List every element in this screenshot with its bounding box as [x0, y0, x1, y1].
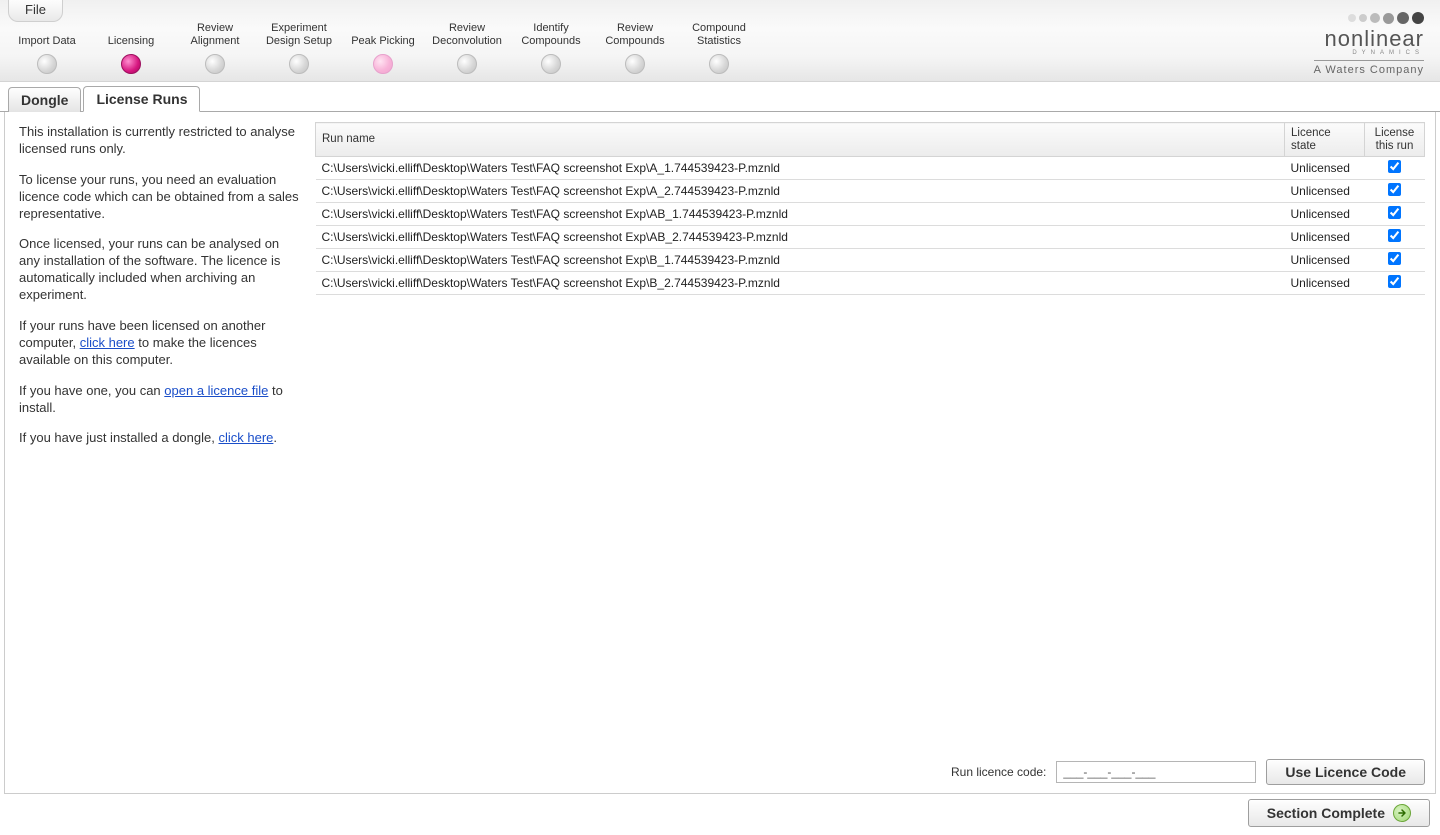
main-area: Run name Licence state License this run …	[309, 112, 1435, 793]
cell-licence-state: Unlicensed	[1285, 203, 1365, 226]
runs-table: Run name Licence state License this run …	[315, 122, 1425, 295]
workflow-step-label: Identify Compounds	[512, 20, 590, 48]
tab-strip: DongleLicense Runs	[0, 84, 1440, 112]
cell-license-this-run	[1365, 157, 1425, 180]
table-row[interactable]: C:\Users\vicki.elliff\Desktop\Waters Tes…	[316, 272, 1425, 295]
workflow-step-peak-picking[interactable]: Peak Picking	[344, 20, 422, 74]
use-licence-code-button[interactable]: Use Licence Code	[1266, 759, 1425, 785]
workflow-step-review-compounds[interactable]: Review Compounds	[596, 20, 674, 74]
section-complete-button[interactable]: Section Complete	[1248, 799, 1430, 827]
table-row[interactable]: C:\Users\vicki.elliff\Desktop\Waters Tes…	[316, 203, 1425, 226]
cell-license-this-run	[1365, 272, 1425, 295]
workflow-step-identify-compounds[interactable]: Identify Compounds	[512, 20, 590, 74]
help-p2: To license your runs, you need an evalua…	[19, 172, 299, 223]
file-menu[interactable]: File	[8, 0, 63, 22]
workflow-step-label: Peak Picking	[351, 20, 415, 48]
cell-license-this-run	[1365, 249, 1425, 272]
cell-run-name: C:\Users\vicki.elliff\Desktop\Waters Tes…	[316, 157, 1285, 180]
help-p6: If you have just installed a dongle, cli…	[19, 430, 299, 447]
cell-license-this-run	[1365, 226, 1425, 249]
workflow-step-label: Import Data	[18, 20, 75, 48]
cell-license-this-run	[1365, 180, 1425, 203]
col-run-name[interactable]: Run name	[316, 123, 1285, 157]
link-open-licence-file[interactable]: open a licence file	[164, 383, 268, 398]
workflow-dot-icon	[709, 54, 729, 74]
workflow-step-label: Review Deconvolution	[428, 20, 506, 48]
top-bar: File Import Data Licensing Review Alignmen…	[0, 0, 1440, 82]
license-run-checkbox[interactable]	[1388, 183, 1401, 196]
link-licensed-elsewhere[interactable]: click here	[80, 335, 135, 350]
license-run-checkbox[interactable]	[1388, 206, 1401, 219]
logo-tagline: A Waters Company	[1314, 64, 1424, 76]
license-run-checkbox[interactable]	[1388, 275, 1401, 288]
licence-code-label: Run licence code:	[951, 765, 1046, 779]
cell-licence-state: Unlicensed	[1285, 272, 1365, 295]
workflow-step-label: Licensing	[108, 20, 154, 48]
license-run-checkbox[interactable]	[1388, 229, 1401, 242]
arrow-right-icon	[1393, 804, 1411, 822]
cell-licence-state: Unlicensed	[1285, 157, 1365, 180]
tab-license-runs[interactable]: License Runs	[83, 86, 200, 112]
workflow-dot-icon	[37, 54, 57, 74]
workflow-dot-icon	[625, 54, 645, 74]
workflow-dot-icon	[457, 54, 477, 74]
col-license-this-run[interactable]: License this run	[1365, 123, 1425, 157]
workflow-step-label: Compound Statistics	[680, 20, 758, 48]
cell-run-name: C:\Users\vicki.elliff\Desktop\Waters Tes…	[316, 226, 1285, 249]
cell-license-this-run	[1365, 203, 1425, 226]
tab-dongle[interactable]: Dongle	[8, 87, 81, 112]
workflow-step-label: Review Alignment	[176, 20, 254, 48]
licence-code-input[interactable]	[1056, 761, 1256, 783]
col-licence-state[interactable]: Licence state	[1285, 123, 1365, 157]
cell-run-name: C:\Users\vicki.elliff\Desktop\Waters Tes…	[316, 203, 1285, 226]
license-run-checkbox[interactable]	[1388, 160, 1401, 173]
workflow-step-review-alignment[interactable]: Review Alignment	[176, 20, 254, 74]
workflow-step-label: Review Compounds	[596, 20, 674, 48]
help-p1: This installation is currently restricte…	[19, 124, 299, 158]
cell-licence-state: Unlicensed	[1285, 226, 1365, 249]
licence-code-bar: Run licence code: Use Licence Code	[315, 751, 1425, 785]
help-p5: If you have one, you can open a licence …	[19, 383, 299, 417]
workflow-step-label: Experiment Design Setup	[260, 20, 338, 48]
brand-logo: nonlinear DYNAMICS A Waters Company	[1314, 12, 1424, 76]
workflow-step-experiment-design-setup[interactable]: Experiment Design Setup	[260, 20, 338, 74]
content-area: This installation is currently restricte…	[4, 112, 1436, 794]
help-p4: If your runs have been licensed on anoth…	[19, 318, 299, 369]
section-complete-label: Section Complete	[1267, 805, 1385, 821]
workflow-steps: Import Data Licensing Review AlignmentExpe…	[8, 20, 758, 74]
link-dongle-installed[interactable]: click here	[218, 430, 273, 445]
help-p3: Once licensed, your runs can be analysed…	[19, 236, 299, 304]
workflow-step-licensing[interactable]: Licensing	[92, 20, 170, 74]
cell-licence-state: Unlicensed	[1285, 180, 1365, 203]
section-complete-bar: Section Complete	[1248, 799, 1430, 827]
workflow-dot-icon	[289, 54, 309, 74]
table-row[interactable]: C:\Users\vicki.elliff\Desktop\Waters Tes…	[316, 249, 1425, 272]
workflow-dot-icon	[121, 54, 141, 74]
cell-run-name: C:\Users\vicki.elliff\Desktop\Waters Tes…	[316, 272, 1285, 295]
table-row[interactable]: C:\Users\vicki.elliff\Desktop\Waters Tes…	[316, 226, 1425, 249]
cell-licence-state: Unlicensed	[1285, 249, 1365, 272]
workflow-step-compound-statistics[interactable]: Compound Statistics	[680, 20, 758, 74]
cell-run-name: C:\Users\vicki.elliff\Desktop\Waters Tes…	[316, 180, 1285, 203]
workflow-dot-icon	[205, 54, 225, 74]
cell-run-name: C:\Users\vicki.elliff\Desktop\Waters Tes…	[316, 249, 1285, 272]
runs-table-wrap: Run name Licence state License this run …	[315, 122, 1425, 751]
table-row[interactable]: C:\Users\vicki.elliff\Desktop\Waters Tes…	[316, 157, 1425, 180]
license-run-checkbox[interactable]	[1388, 252, 1401, 265]
logo-brand: nonlinear	[1314, 26, 1424, 52]
workflow-dot-icon	[373, 54, 393, 74]
workflow-dot-icon	[541, 54, 561, 74]
help-sidebar: This installation is currently restricte…	[5, 112, 309, 793]
table-row[interactable]: C:\Users\vicki.elliff\Desktop\Waters Tes…	[316, 180, 1425, 203]
workflow-step-import-data[interactable]: Import Data	[8, 20, 86, 74]
workflow-step-review-deconvolution[interactable]: Review Deconvolution	[428, 20, 506, 74]
logo-dot-row	[1314, 12, 1424, 24]
